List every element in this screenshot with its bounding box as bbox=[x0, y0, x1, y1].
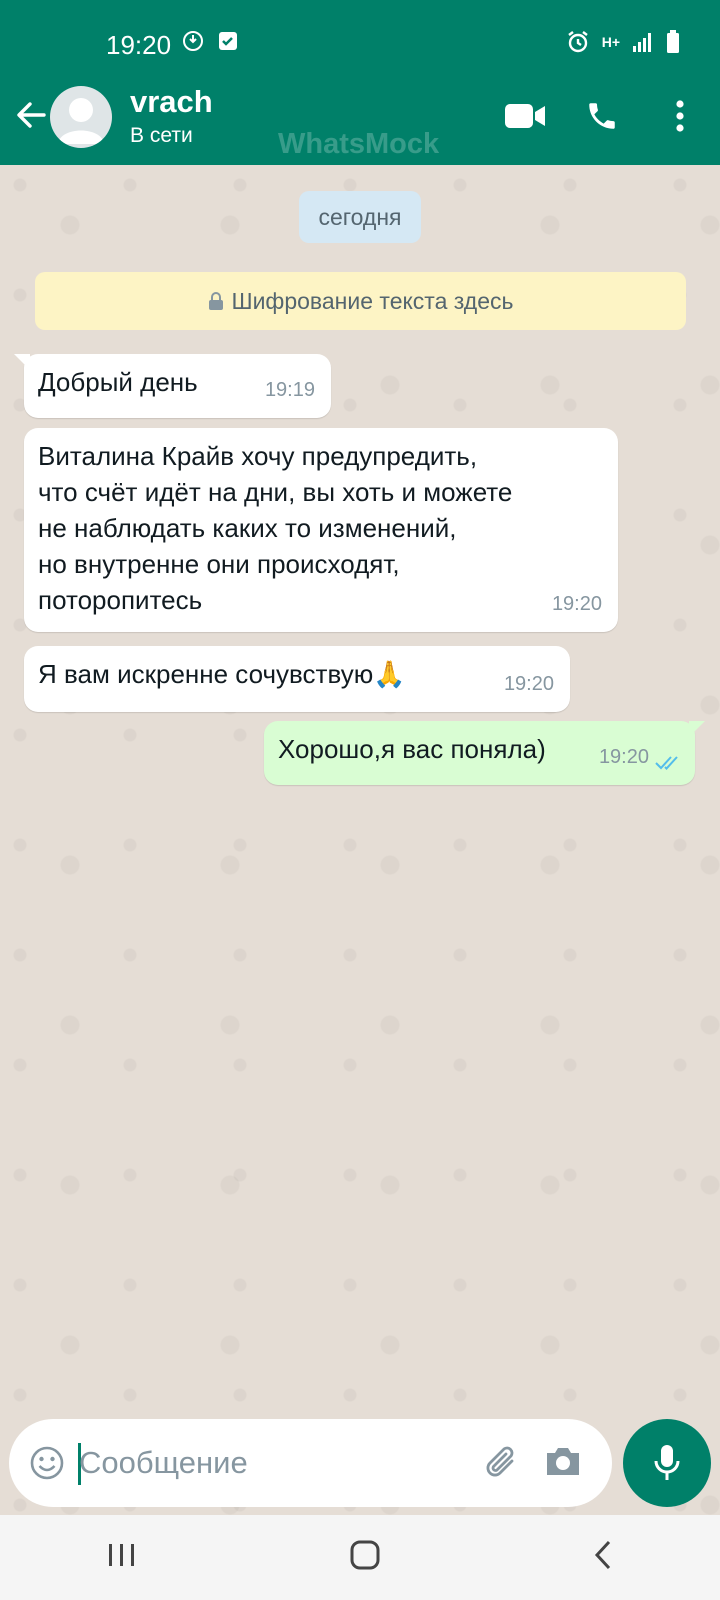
emoji-button[interactable] bbox=[29, 1445, 65, 1486]
recents-icon bbox=[108, 1544, 134, 1566]
network-type: H+ bbox=[601, 34, 620, 50]
message-time: 19:20 bbox=[598, 746, 649, 768]
message-composer[interactable]: Сообщение bbox=[9, 1419, 612, 1507]
home-icon bbox=[350, 1540, 380, 1570]
more-options-button[interactable] bbox=[665, 96, 695, 136]
message-time: 19:20 bbox=[551, 593, 602, 615]
status-left-icons bbox=[182, 30, 238, 52]
message-text: Виталина Крайв хочу предупредить, что сч… bbox=[38, 441, 513, 615]
camera-button[interactable] bbox=[544, 1444, 582, 1483]
message-bubble-incoming[interactable]: Виталина Крайв хочу предупредить, что сч… bbox=[24, 428, 618, 632]
message-bubble-incoming[interactable]: Я вам искренне сочувствую🙏 19:20 bbox=[24, 646, 570, 712]
alarm-icon bbox=[567, 31, 588, 53]
video-camera-icon bbox=[505, 104, 545, 128]
kebab-menu-icon bbox=[676, 100, 684, 132]
encryption-notice[interactable]: Шифрование текста здесь bbox=[35, 272, 686, 330]
signal-icon bbox=[633, 33, 651, 52]
encryption-text: Шифрование текста здесь bbox=[231, 287, 514, 314]
bubble-tail bbox=[14, 354, 30, 370]
message-text: Добрый день bbox=[38, 367, 198, 397]
default-avatar-icon bbox=[58, 98, 104, 144]
double-check-read-icon bbox=[655, 756, 678, 770]
checkbox-notification-icon bbox=[219, 32, 237, 50]
home-button[interactable] bbox=[350, 1540, 380, 1575]
lock-icon bbox=[208, 292, 223, 310]
chat-header: 19:20 H+ vrach В сети WhatsMock bbox=[0, 0, 720, 165]
avatar[interactable] bbox=[50, 86, 112, 148]
bubble-tail bbox=[689, 721, 705, 737]
battery-icon bbox=[667, 30, 679, 53]
status-right-icons: H+ bbox=[566, 30, 680, 54]
message-bubble-incoming[interactable]: Добрый день 19:19 bbox=[14, 354, 331, 418]
status-bar: 19:20 H+ bbox=[0, 0, 720, 88]
message-time: 19:19 bbox=[264, 379, 315, 401]
back-button[interactable] bbox=[14, 98, 50, 134]
recents-button[interactable] bbox=[107, 1542, 137, 1573]
microphone-icon bbox=[654, 1445, 680, 1480]
attach-button[interactable] bbox=[482, 1443, 522, 1488]
video-call-button[interactable] bbox=[503, 96, 547, 136]
paperclip-icon bbox=[486, 1446, 514, 1477]
contact-name[interactable]: vrach bbox=[130, 84, 213, 120]
message-text: Хорошо,я вас поняла) bbox=[278, 734, 546, 764]
back-chevron-icon bbox=[595, 1540, 611, 1570]
emoji-icon bbox=[30, 1446, 64, 1480]
message-time: 19:20 bbox=[503, 673, 554, 695]
message-bubble-outgoing[interactable]: Хорошо,я вас поняла) 19:20 bbox=[264, 721, 705, 785]
voice-record-button[interactable] bbox=[623, 1419, 711, 1507]
date-chip: сегодня bbox=[299, 191, 421, 243]
chat-area[interactable]: сегодня Шифрование текста здесь Добрый д… bbox=[0, 165, 720, 1515]
message-input[interactable]: Сообщение bbox=[79, 1445, 248, 1481]
contact-status: В сети bbox=[130, 124, 193, 147]
message-text: Я вам искренне сочувствую🙏 bbox=[38, 659, 406, 689]
phone-icon bbox=[589, 103, 615, 129]
watermark: WhatsMock bbox=[278, 128, 440, 160]
sync-icon bbox=[183, 31, 203, 51]
status-time: 19:20 bbox=[106, 30, 172, 60]
voice-call-button[interactable] bbox=[582, 96, 622, 136]
camera-icon bbox=[547, 1448, 579, 1475]
back-nav-button[interactable] bbox=[593, 1540, 613, 1575]
back-arrow-icon bbox=[17, 102, 46, 128]
system-nav-bar bbox=[0, 1515, 720, 1600]
